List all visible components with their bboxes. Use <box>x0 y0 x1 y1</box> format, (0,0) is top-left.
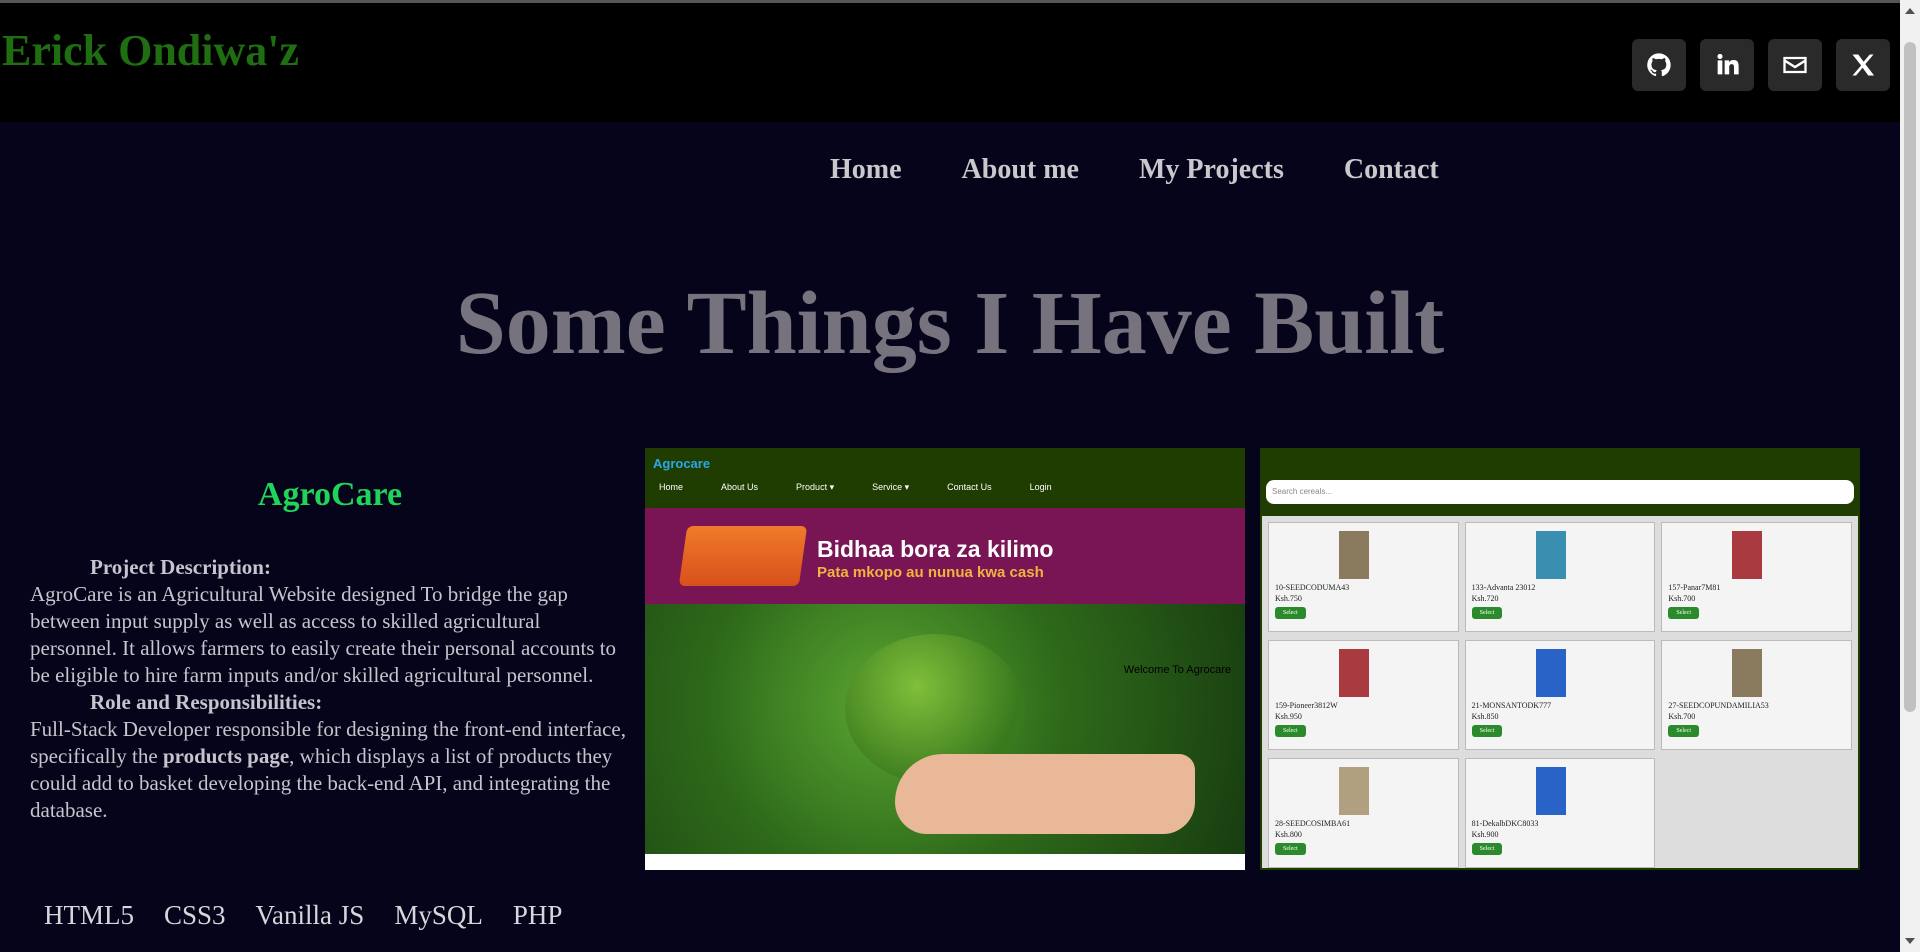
linkedin-icon <box>1717 53 1739 75</box>
product-image <box>1732 531 1763 579</box>
main-nav: Home About me My Projects Contact <box>830 154 1439 186</box>
section-headline: Some Things I Have Built <box>455 274 1445 373</box>
project-title: AgroCare <box>257 476 403 513</box>
agrocare-nav-item: Contact Us <box>947 482 992 492</box>
product-price: Ksh.720 <box>1471 594 1499 603</box>
product-image <box>1339 767 1369 815</box>
product-price: Ksh.800 <box>1275 830 1302 839</box>
linkedin-button[interactable] <box>1700 39 1754 91</box>
site-brand[interactable]: Erick Ondiwa'z <box>2 25 299 76</box>
nav-home[interactable]: Home <box>830 154 902 186</box>
select-button: Select <box>1275 607 1306 619</box>
page-scrollbar[interactable] <box>1900 0 1920 952</box>
github-button[interactable] <box>1632 39 1686 91</box>
basket-image <box>678 526 808 586</box>
select-button: Select <box>1275 843 1306 855</box>
product-name: 21-MONSANTODK777 <box>1471 701 1552 710</box>
tag-css3: CSS3 <box>164 900 226 930</box>
select-button: Select <box>1471 725 1503 737</box>
x-button[interactable] <box>1836 39 1890 91</box>
product-card: 157-Panar7M81 Ksh.700 Select <box>1661 522 1852 632</box>
banner-title: Bidhaa bora za kilimo <box>817 536 1054 562</box>
agrocare-hero-image: Welcome To Agrocare <box>645 604 1245 854</box>
product-name: 157-Panar7M81 <box>1668 583 1721 592</box>
tag-php: PHP <box>512 900 563 930</box>
nav-about[interactable]: About me <box>962 154 1079 186</box>
tag-html5: HTML5 <box>44 900 134 930</box>
product-name: 133-Advanta 23012 <box>1471 583 1536 592</box>
tag-vanilla-js: Vanilla JS <box>255 900 365 930</box>
product-card: 133-Advanta 23012 Ksh.720 Select <box>1464 522 1656 632</box>
product-image <box>1535 531 1566 579</box>
product-price: Ksh.750 <box>1275 594 1302 603</box>
social-links <box>1632 39 1890 91</box>
agrocare-nav-item: Product ▾ <box>796 482 835 492</box>
product-image <box>1535 767 1566 815</box>
agrocare-nav-item: About Us <box>721 482 759 492</box>
products-grid: 10-SEEDCODUMA43 Ksh.750 Select 133-Advanta… <box>1262 516 1858 868</box>
select-button: Select <box>1668 607 1699 619</box>
product-card: 27-SEEDCOPUNDAMILIA53 Ksh.700 Select <box>1661 640 1852 750</box>
header-bar: Erick Ondiwa'z <box>0 0 1900 122</box>
agrocare-nav-item: Home <box>659 482 684 492</box>
product-image <box>1339 649 1369 697</box>
scroll-up-icon[interactable] <box>1905 8 1915 14</box>
agrocare-nav-item: Service ▾ <box>872 482 910 492</box>
product-image <box>1535 649 1566 697</box>
product-image <box>1339 531 1369 579</box>
project-screenshot-products: Search cereals... 10-SEEDCODUMA43 Ksh.750… <box>1260 448 1860 870</box>
product-name: 81-DekalbDKC8033 <box>1471 819 1539 828</box>
agrocare-nav-item: Login <box>1029 482 1052 492</box>
product-price: Ksh.700 <box>1668 712 1696 721</box>
product-name: 27-SEEDCOPUNDAMILIA53 <box>1668 701 1769 710</box>
x-icon <box>1852 54 1875 76</box>
role-text: Full-Stack Developer responsible for des… <box>30 716 630 824</box>
hero-welcome-text: Welcome To Agrocare <box>1123 664 1231 676</box>
product-card: 10-SEEDCODUMA43 Ksh.750 Select <box>1268 522 1459 632</box>
nav-contact[interactable]: Contact <box>1344 154 1439 186</box>
select-button: Select <box>1275 725 1306 737</box>
product-name: 28-SEEDCOSIMBA61 <box>1275 819 1351 828</box>
email-icon <box>1783 56 1807 74</box>
product-card: 81-DekalbDKC8033 Ksh.900 Select <box>1464 758 1656 868</box>
select-button: Select <box>1471 607 1503 619</box>
product-card: 159-Pioneer3812W Ksh.950 Select <box>1268 640 1459 750</box>
product-name: 10-SEEDCODUMA43 <box>1275 583 1350 592</box>
github-icon <box>1647 53 1671 77</box>
product-card: 28-SEEDCOSIMBA61 Ksh.800 Select <box>1268 758 1459 868</box>
product-price: Ksh.850 <box>1471 712 1499 721</box>
product-card: 21-MONSANTODK777 Ksh.850 Select <box>1464 640 1656 750</box>
banner-subtitle: Pata mkopo au nunua kwa cash <box>817 564 1044 581</box>
product-price: Ksh.700 <box>1668 594 1696 603</box>
agrocare-banner: Bidhaa bora za kilimo Pata mkopo au nunu… <box>645 508 1245 604</box>
product-image <box>1732 649 1763 697</box>
product-price: Ksh.900 <box>1471 830 1499 839</box>
project-description: AgroCare Project Description: AgroCare i… <box>30 476 630 824</box>
description-heading: Project Description: <box>90 555 271 579</box>
agrocare-nav-links: Home About Us Product ▾ Service ▾ Contac… <box>659 482 1052 493</box>
scrollbar-thumb[interactable] <box>1904 42 1916 712</box>
role-text-bold: products page <box>162 744 290 768</box>
select-button: Select <box>1471 843 1503 855</box>
product-name: 159-Pioneer3812W <box>1275 701 1338 710</box>
project-screenshot-home: Agrocare Home About Us Product ▾ Service… <box>645 448 1245 870</box>
role-heading: Role and Responsibilities: <box>90 690 323 714</box>
scroll-down-icon[interactable] <box>1905 938 1915 944</box>
tech-tags: HTML5 CSS3 Vanilla JS MySQL PHP <box>44 900 562 931</box>
select-button: Select <box>1668 725 1699 737</box>
products-search: Search cereals... <box>1266 480 1854 504</box>
nav-projects[interactable]: My Projects <box>1139 154 1284 186</box>
agrocare-navbar: Agrocare Home About Us Product ▾ Service… <box>645 448 1245 508</box>
product-price: Ksh.950 <box>1275 712 1302 721</box>
hero-hands <box>895 754 1195 834</box>
agrocare-logo: Agrocare <box>653 456 711 471</box>
email-button[interactable] <box>1768 39 1822 91</box>
tag-mysql: MySQL <box>394 900 483 930</box>
description-text: AgroCare is an Agricultural Website desi… <box>30 582 617 687</box>
